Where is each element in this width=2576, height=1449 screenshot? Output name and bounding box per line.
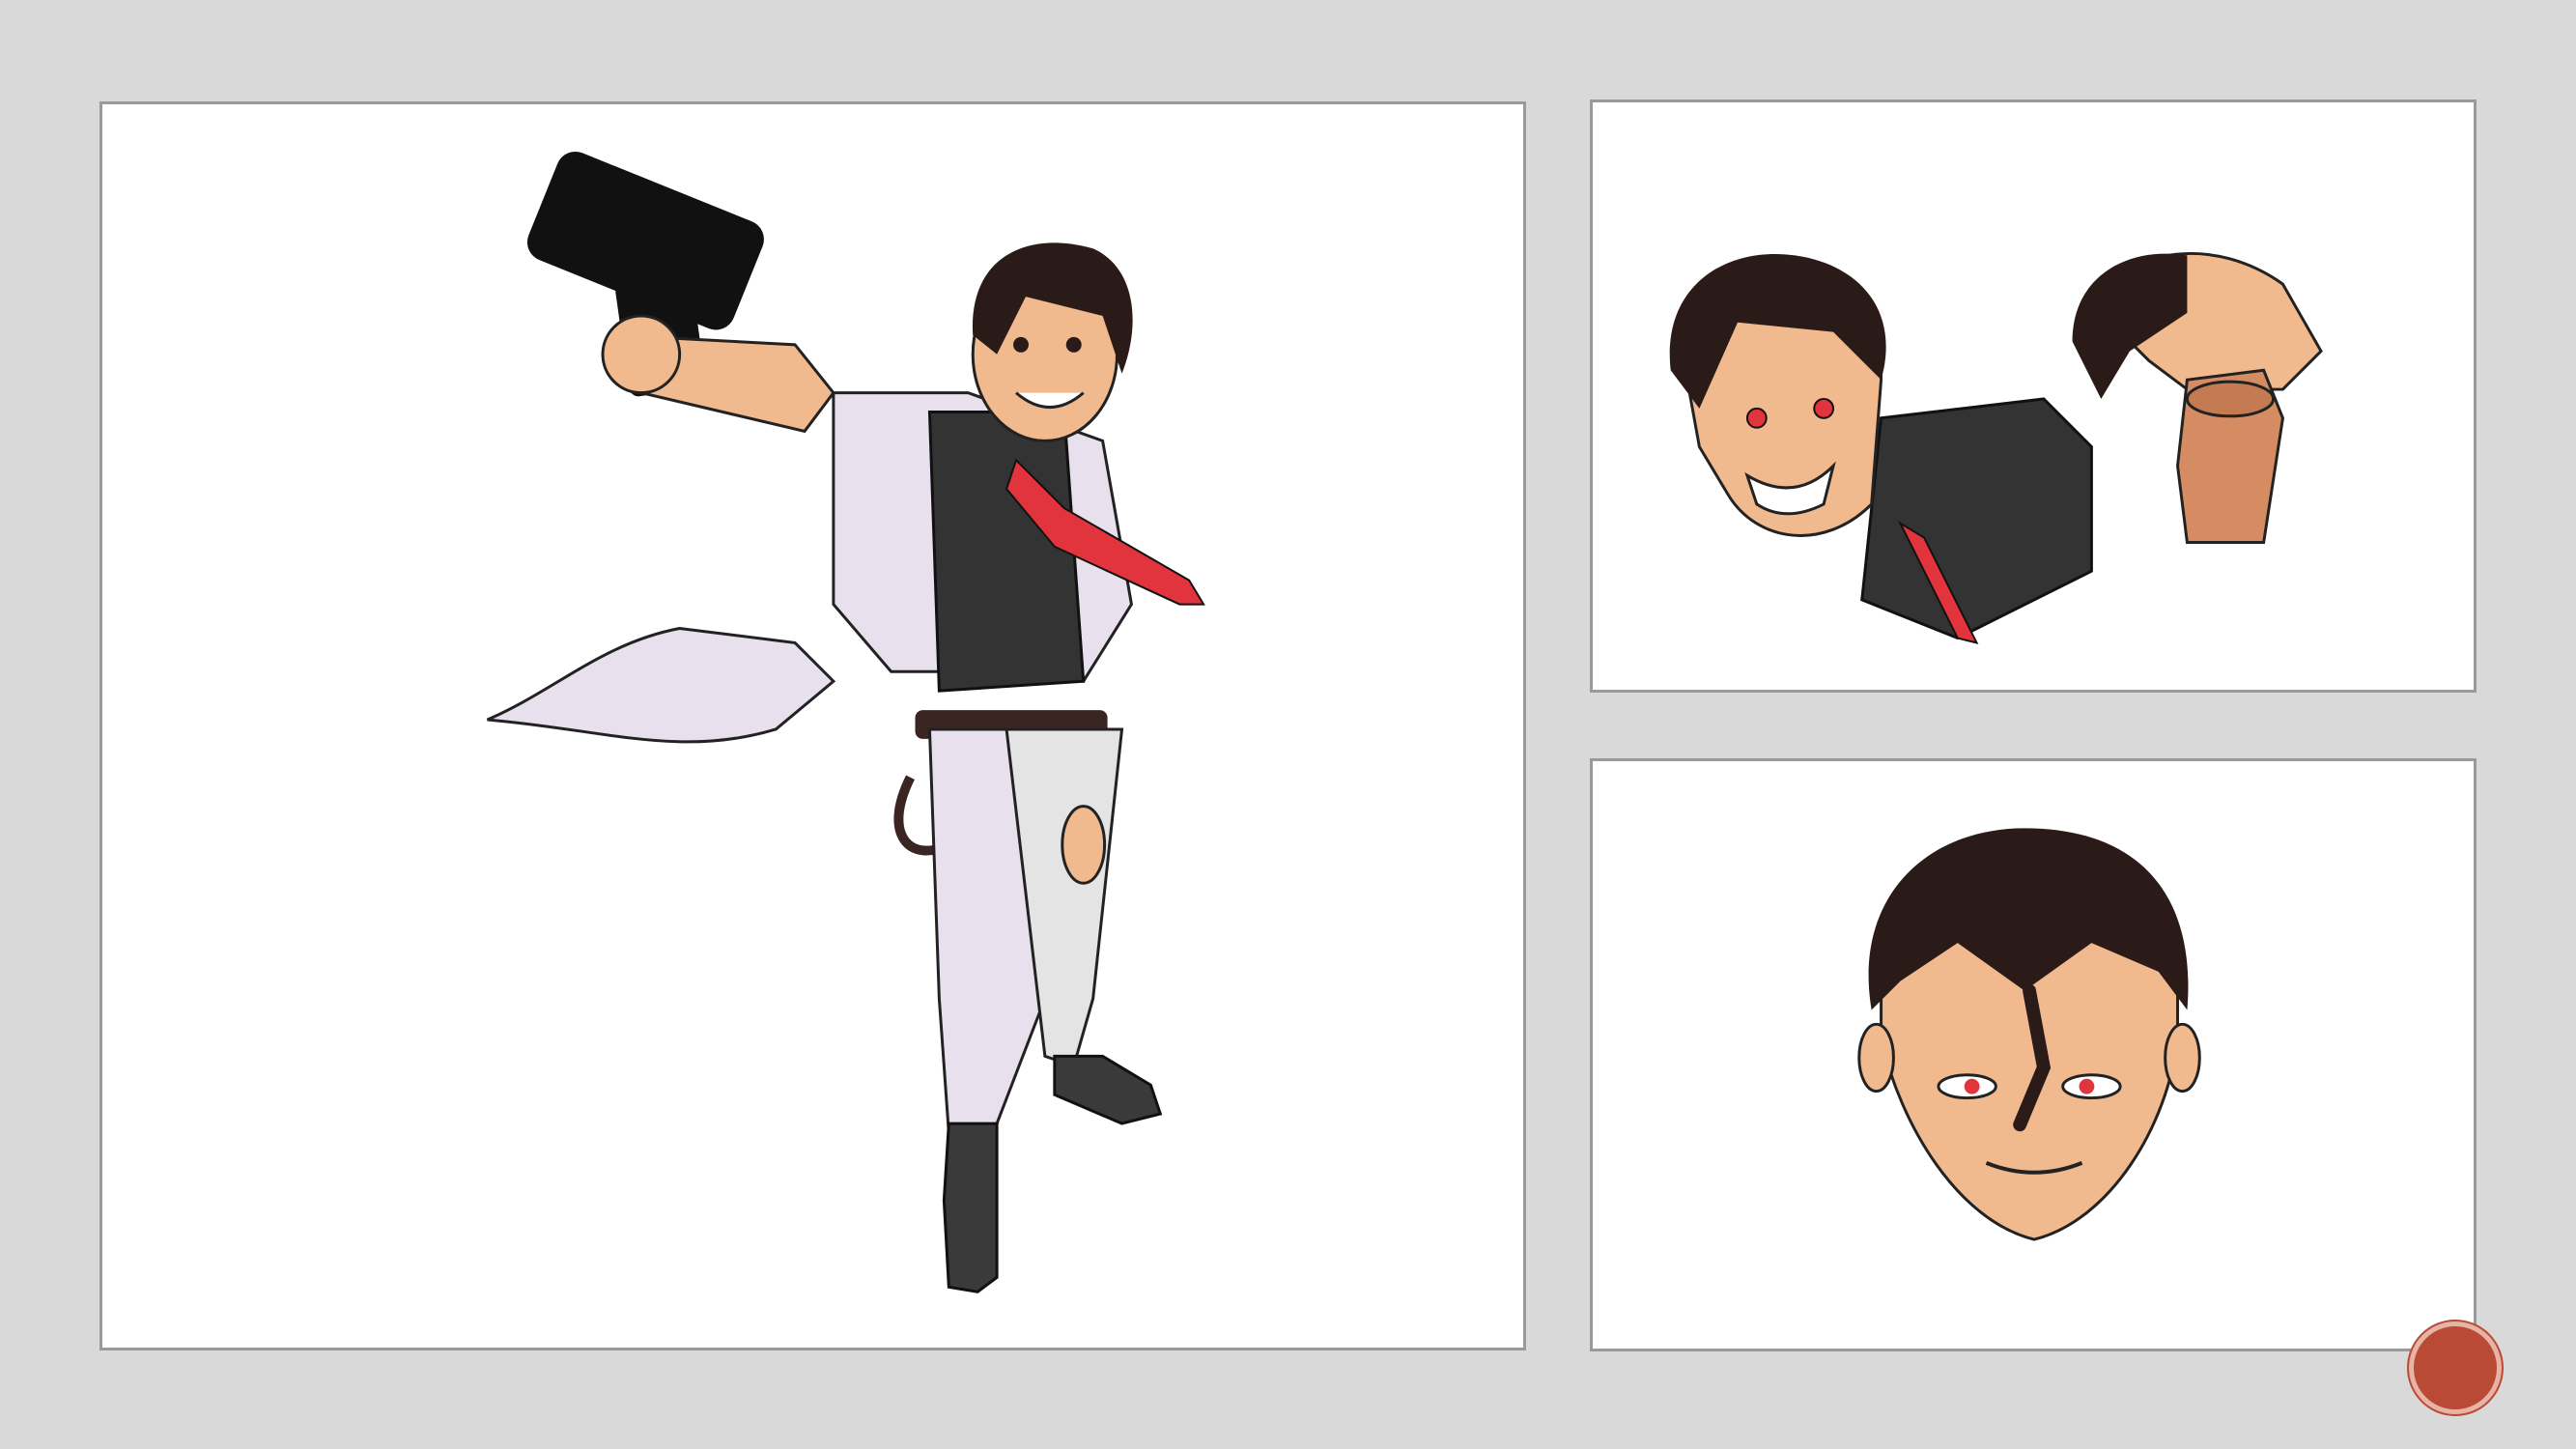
head-studies-illustration	[1669, 251, 2323, 644]
face-close-up-illustration	[1857, 828, 2201, 1241]
face-close-up-panel	[1590, 758, 2477, 1351]
head-studies-panel	[1590, 99, 2477, 693]
character-full-body-panel	[99, 101, 1526, 1350]
character-full-body-illustration	[486, 151, 1205, 1293]
slide-number-badge	[2409, 1321, 2502, 1414]
